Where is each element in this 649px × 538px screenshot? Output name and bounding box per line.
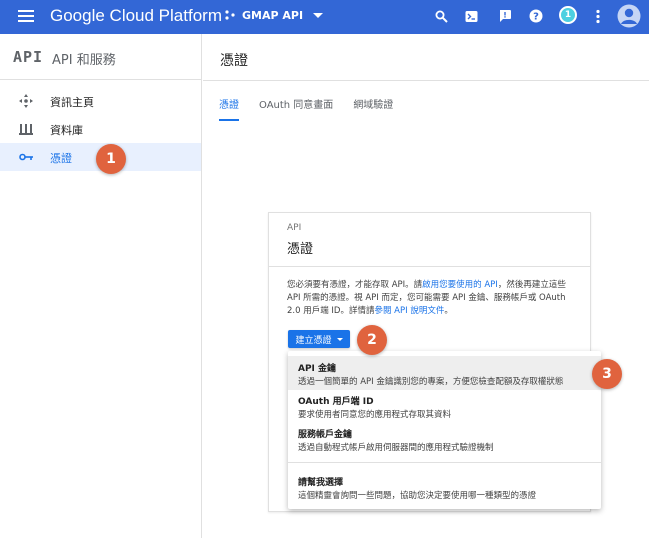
project-name: GMAP API <box>242 9 304 22</box>
menu-item-desc: 透過自動程式帳戶啟用伺服器間的應用程式驗證機制 <box>298 443 494 453</box>
sidebar-item-label: 資料庫 <box>50 124 83 137</box>
callout-badge-2: 2 <box>357 325 387 355</box>
menu-item-title: 請幫我選擇 <box>298 478 344 488</box>
menu-item-title: OAuth 用戶端 ID <box>298 397 374 407</box>
create-credentials-menu: API 金鑰 透過一個簡單的 API 金鑰識別您的專案，方便您檢查配額及存取權狀… <box>288 351 601 509</box>
create-credentials-button[interactable]: 建立憑證 <box>288 330 350 348</box>
card-divider <box>269 266 590 267</box>
menu-item-title: 服務帳戶金鑰 <box>298 430 353 440</box>
dashboard-icon <box>19 94 33 108</box>
project-dots-icon <box>225 10 235 20</box>
cloud-shell-icon[interactable] <box>465 10 478 23</box>
card-description: 您必須要有憑證，才能存取 API。請啟用您要使用的 API，然後再建立這些 AP… <box>287 279 579 318</box>
page-title: 憑證 <box>220 53 248 69</box>
svg-text:?: ? <box>533 12 539 23</box>
chevron-down-icon <box>336 337 343 341</box>
chevron-down-icon <box>313 13 324 18</box>
top-app-bar: Google Cloud Platform GMAP API ? 1 <box>0 0 649 34</box>
account-icon[interactable] <box>617 4 641 28</box>
sidebar-item-label: 憑證 <box>50 152 72 165</box>
card-title: 憑證 <box>287 242 314 257</box>
api-logo: API <box>13 48 44 66</box>
api-docs-link[interactable]: 參閱 API 說明文件 <box>374 306 444 316</box>
tab-credentials[interactable]: 憑證 <box>219 96 239 121</box>
sidebar-item-label: 資訊主頁 <box>50 96 94 109</box>
project-selector[interactable]: GMAP API <box>225 9 324 22</box>
help-icon[interactable]: ? <box>529 9 543 23</box>
menu-divider <box>288 462 601 463</box>
key-icon <box>19 153 33 161</box>
sidebar-header: API API 和服務 <box>0 34 201 80</box>
sidebar-item-dashboard[interactable]: 資訊主頁 <box>0 87 201 115</box>
menu-item-oauth-client-id[interactable]: OAuth 用戶端 ID 要求使用者同意您的應用程式存取其資料 <box>288 390 601 422</box>
card-label: API <box>287 223 302 233</box>
create-credentials-label: 建立憑證 <box>295 335 332 346</box>
menu-item-desc: 透過一個簡單的 API 金鑰識別您的專案，方便您檢查配額及存取權狀態 <box>298 377 564 387</box>
sidebar-title: API 和服務 <box>52 53 116 68</box>
menu-item-desc: 要求使用者同意您的應用程式存取其資料 <box>298 410 452 420</box>
search-icon[interactable] <box>435 10 448 23</box>
callout-badge-3: 3 <box>592 359 622 389</box>
callout-badge-1: 1 <box>96 144 126 174</box>
menu-item-title: API 金鑰 <box>298 364 337 374</box>
tab-bar: 憑證 OAuth 同意畫面 網域驗證 <box>219 96 393 121</box>
menu-item-service-account-key[interactable]: 服務帳戶金鑰 透過自動程式帳戶啟用伺服器間的應用程式驗證機制 <box>288 422 601 456</box>
brand-title[interactable]: Google Cloud Platform <box>50 6 222 26</box>
desc-text: 您必須要有憑證，才能存取 API。請 <box>287 280 423 290</box>
more-vert-icon[interactable] <box>595 9 601 24</box>
tab-domain-verification[interactable]: 網域驗證 <box>353 96 393 120</box>
menu-icon[interactable] <box>18 10 34 22</box>
sidebar-item-library[interactable]: 資料庫 <box>0 115 201 143</box>
header-divider <box>203 80 649 81</box>
desc-text: 。 <box>444 306 453 316</box>
library-icon <box>19 124 33 135</box>
tab-oauth-consent[interactable]: OAuth 同意畫面 <box>259 96 333 120</box>
feedback-icon[interactable] <box>498 9 512 23</box>
menu-item-desc: 這個精靈會詢問一些問題，協助您決定要使用哪一種類型的憑證 <box>298 491 537 501</box>
sidebar: API API 和服務 資訊主頁 資料庫 憑證 <box>0 34 202 538</box>
notification-badge[interactable]: 1 <box>559 6 577 24</box>
menu-item-help-me-choose[interactable]: 請幫我選擇 這個精靈會詢問一些問題，協助您決定要使用哪一種類型的憑證 <box>288 470 601 504</box>
menu-item-api-key[interactable]: API 金鑰 透過一個簡單的 API 金鑰識別您的專案，方便您檢查配額及存取權狀… <box>288 356 601 390</box>
enable-api-link[interactable]: 啟用您要使用的 API <box>422 280 498 290</box>
